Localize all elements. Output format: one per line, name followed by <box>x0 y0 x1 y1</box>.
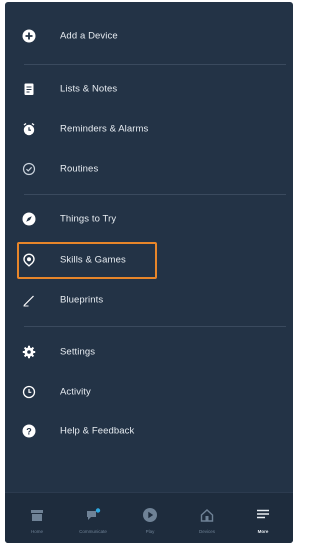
tab-label: Devices <box>198 529 215 534</box>
bottom-tab-bar: Home Communicate Play Devices More <box>5 492 293 543</box>
menu-item-label: Reminders & Alarms <box>60 123 149 135</box>
devices-icon <box>199 507 215 523</box>
history-icon <box>22 385 36 399</box>
more-icon <box>255 507 271 523</box>
svg-text:?: ? <box>26 426 32 436</box>
menu-item-label: Things to Try <box>60 213 117 225</box>
menu-item-things-to-try[interactable]: Things to Try <box>5 202 293 236</box>
divider <box>24 194 286 195</box>
tab-label: Home <box>30 529 43 534</box>
tab-label: Communicate <box>79 529 107 534</box>
menu-item-lists-notes[interactable]: Lists & Notes <box>5 72 293 106</box>
tab-communicate[interactable]: Communicate <box>69 493 117 543</box>
menu-item-activity[interactable]: Activity <box>5 375 293 409</box>
home-icon <box>29 507 45 523</box>
alarm-clock-icon <box>22 122 36 136</box>
menu-item-add-device[interactable]: Add a Device <box>5 19 293 53</box>
menu-item-label: Blueprints <box>60 294 104 306</box>
menu-item-routines[interactable]: Routines <box>5 152 293 186</box>
highlight-box <box>17 242 157 279</box>
tab-home[interactable]: Home <box>13 493 61 543</box>
divider <box>24 326 286 327</box>
menu-item-label: Settings <box>60 346 96 358</box>
menu-item-blueprints[interactable]: Blueprints <box>5 283 293 317</box>
question-circle-icon: ? <box>22 424 36 438</box>
menu-item-label: Lists & Notes <box>60 83 118 95</box>
tab-more[interactable]: More <box>239 493 287 543</box>
menu-item-settings[interactable]: Settings <box>5 335 293 369</box>
gear-icon <box>22 345 36 359</box>
menu-item-label: Routines <box>60 163 99 175</box>
divider <box>24 64 286 65</box>
tab-play[interactable]: Play <box>126 493 174 543</box>
menu-item-label: Help & Feedback <box>60 425 135 437</box>
routines-icon <box>22 162 36 176</box>
tab-label: More <box>257 529 269 534</box>
menu-item-label: Activity <box>60 386 91 398</box>
tab-devices[interactable]: Devices <box>183 493 231 543</box>
more-menu-screen: Add a Device Lists & Notes Reminders & A… <box>5 2 293 543</box>
plus-circle-icon <box>22 29 36 43</box>
tab-label: Play <box>145 529 155 534</box>
menu-item-reminders-alarms[interactable]: Reminders & Alarms <box>5 112 293 146</box>
menu-item-label: Add a Device <box>60 30 118 42</box>
menu-item-help-feedback[interactable]: ? Help & Feedback <box>5 414 293 448</box>
compass-icon <box>22 212 36 226</box>
clipboard-icon <box>22 82 36 96</box>
communicate-icon <box>85 507 101 523</box>
play-icon <box>142 507 158 523</box>
pencil-icon <box>22 293 36 307</box>
